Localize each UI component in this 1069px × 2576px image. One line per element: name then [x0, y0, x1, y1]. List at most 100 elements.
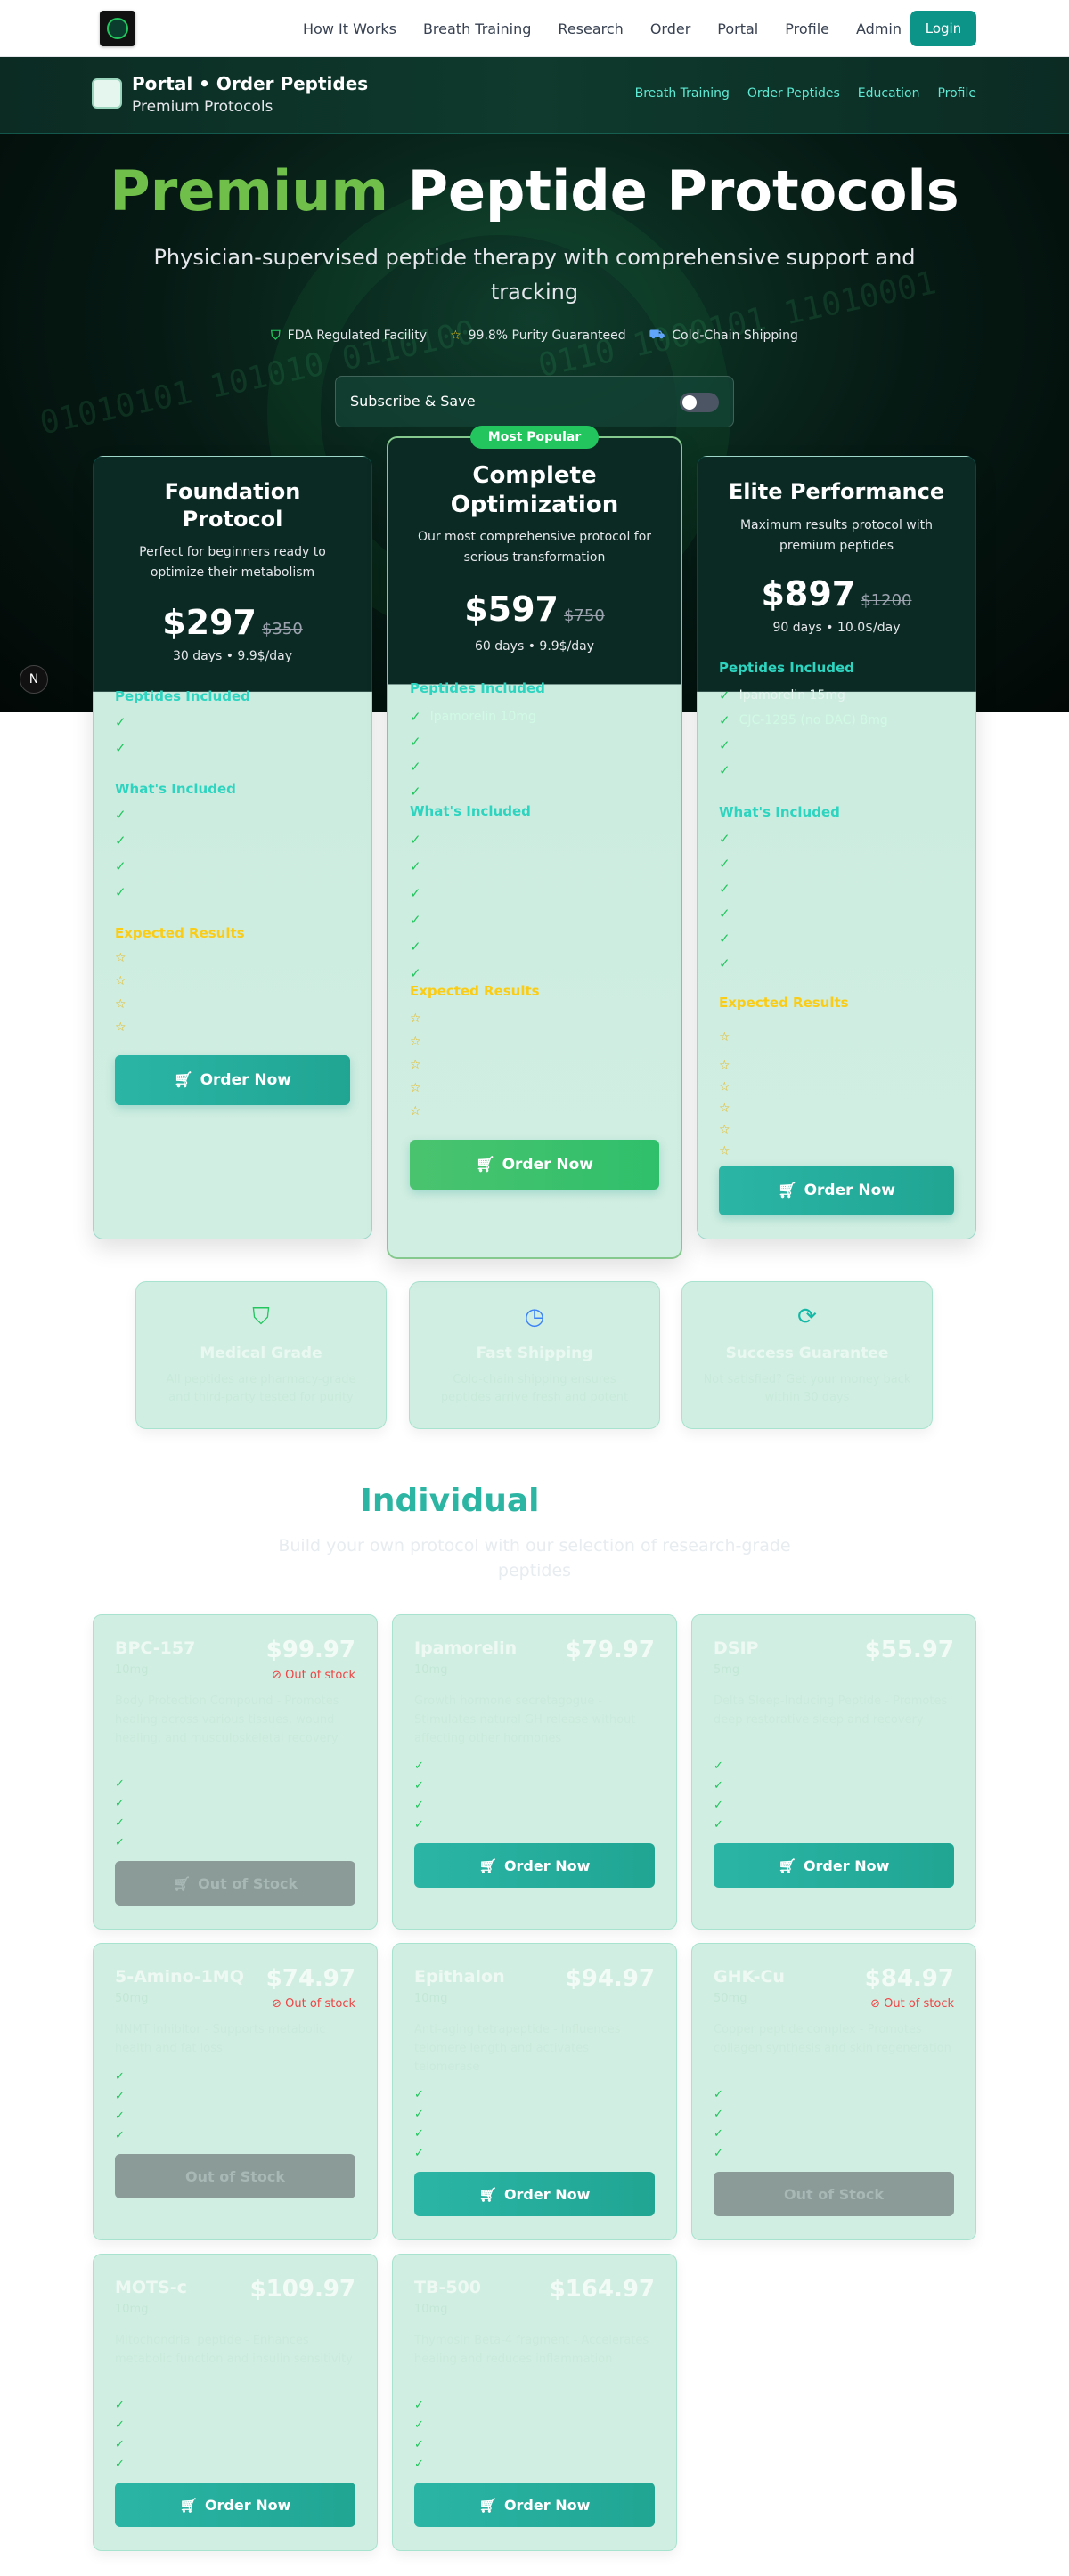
- result-item: ☆: [719, 1059, 739, 1073]
- star-icon: ☆: [115, 1020, 126, 1035]
- nav-link-research[interactable]: Research: [558, 20, 623, 37]
- product-dose: 10mg: [115, 2303, 149, 2316]
- check-icon: ✓: [410, 734, 421, 750]
- result-item: ☆: [115, 974, 135, 988]
- nav-link-how-it-works[interactable]: How It Works: [303, 20, 396, 37]
- result-item: ☆: [410, 1035, 430, 1049]
- product-price: $79.97: [565, 1637, 655, 1663]
- result-item: ☆: [719, 1144, 739, 1158]
- nav-link-profile[interactable]: Profile: [785, 20, 829, 37]
- login-button[interactable]: Login: [910, 11, 976, 46]
- order-now-button[interactable]: 🛒︎ Order Now: [719, 1166, 954, 1215]
- nextjs-indicator-icon[interactable]: N: [20, 665, 48, 694]
- price-current: $297: [162, 603, 257, 642]
- section-results: Expected Results: [719, 995, 849, 1011]
- stock-text: Out of stock: [285, 1669, 355, 1682]
- peptide-item: ✓: [410, 734, 430, 750]
- product-bullet: ✓: [115, 2458, 125, 2471]
- product-card-epithalon: Epithalon 10mg $94.97 Anti-aging tetrape…: [392, 1943, 677, 2240]
- check-icon: ✓: [414, 2147, 424, 2160]
- check-icon: ✓: [719, 762, 730, 778]
- check-icon: ✓: [414, 1799, 424, 1812]
- portal-link-breath-training[interactable]: Breath Training: [635, 86, 730, 101]
- out-of-stock-button[interactable]: Out of Stock: [714, 2172, 954, 2216]
- section-peptides: Peptides Included: [115, 688, 250, 704]
- peptide-item: ✓: [115, 714, 135, 730]
- subscribe-toggle[interactable]: [680, 393, 719, 412]
- included-item: ✓: [719, 881, 739, 897]
- feature-fast-shipping: ◷ Fast Shipping Cold-chain shipping ensu…: [409, 1281, 660, 1429]
- nav-link-admin[interactable]: Admin: [856, 20, 902, 37]
- cart-icon: 🛒︎: [172, 1874, 192, 1892]
- product-description: Anti-aging tetrapeptide - Influences tel…: [414, 2023, 621, 2074]
- feature-medical-grade: ⛉ Medical Grade All peptides are pharmac…: [135, 1281, 387, 1429]
- feature-title: Medical Grade: [200, 1345, 322, 1362]
- feature-title: Fast Shipping: [476, 1345, 593, 1362]
- product-name: MOTS-c: [115, 2278, 187, 2297]
- star-icon: ☆: [410, 1058, 421, 1072]
- feature-description: Cold-chain shipping ensures peptides arr…: [440, 1373, 629, 1404]
- portal-link-order-peptides[interactable]: Order Peptides: [747, 86, 840, 101]
- peptide-item: ✓: [719, 737, 739, 753]
- check-icon: ✓: [414, 1779, 424, 1792]
- nav-link-order[interactable]: Order: [650, 20, 690, 37]
- order-now-button[interactable]: 🛒︎ Order Now: [414, 1843, 655, 1888]
- check-icon: ✓: [115, 2458, 125, 2471]
- clock-icon: ◷: [524, 1304, 545, 1330]
- badge-label: 99.8% Purity Guaranteed: [468, 329, 626, 343]
- order-now-button[interactable]: 🛒︎ Order Now: [714, 1843, 954, 1888]
- product-name: 5-Amino-1MQ: [115, 1967, 244, 1987]
- portal-subtitle: Premium Protocols: [132, 98, 273, 116]
- portal-links: Breath Training Order Peptides Education…: [635, 86, 976, 101]
- check-icon: ✓: [414, 2418, 424, 2432]
- badge-label: Cold-Chain Shipping: [672, 329, 798, 343]
- check-icon: ✓: [414, 2108, 424, 2121]
- check-icon: ✓: [714, 2108, 723, 2121]
- product-bullet: ✓: [714, 1779, 723, 1792]
- order-now-button[interactable]: 🛒︎ Order Now: [414, 2172, 655, 2216]
- button-label: Order Now: [204, 2496, 291, 2514]
- check-icon: ✓: [414, 2088, 424, 2101]
- result-item: ☆: [410, 1081, 430, 1095]
- nav-link-portal[interactable]: Portal: [717, 20, 758, 37]
- portal-logo[interactable]: [92, 78, 122, 109]
- product-bullet: ✓: [714, 1759, 723, 1773]
- individual-subtitle: Build your own protocol with our selecti…: [278, 1536, 791, 1581]
- peptide-label: Ipamorelin 15mg: [739, 688, 845, 703]
- check-icon: ✓: [414, 2438, 424, 2451]
- check-icon: ✓: [714, 1779, 723, 1792]
- plan-title: Elite Performance: [728, 479, 945, 504]
- portal-link-profile[interactable]: Profile: [937, 86, 976, 101]
- stock-text: Out of stock: [884, 1997, 954, 2011]
- product-bullet: ✓: [115, 2399, 125, 2412]
- order-now-button[interactable]: 🛒︎ Order Now: [414, 2483, 655, 2527]
- star-icon: ☆: [719, 1030, 730, 1044]
- product-bullet: ✓: [714, 2088, 723, 2101]
- cart-icon: 🛒︎: [478, 2185, 497, 2203]
- check-icon: ✓: [410, 759, 421, 775]
- check-icon: ✓: [719, 831, 730, 847]
- check-icon: ✓: [115, 858, 126, 874]
- nav-link-breath-training[interactable]: Breath Training: [423, 20, 531, 37]
- portal-link-education[interactable]: Education: [858, 86, 920, 101]
- out-of-stock-label: ⊘ Out of stock: [272, 1669, 355, 1682]
- check-icon: ✓: [410, 784, 421, 800]
- section-included: What's Included: [115, 781, 236, 797]
- product-card-ipamorelin: Ipamorelin 10mg $79.97 Growth hormone se…: [392, 1614, 677, 1930]
- feature-description: All peptides are pharmacy-grade and thir…: [166, 1373, 356, 1404]
- order-now-button[interactable]: 🛒︎ Order Now: [410, 1140, 659, 1190]
- star-icon: ☆: [719, 1101, 730, 1116]
- star-icon: ☆: [115, 974, 126, 988]
- out-of-stock-button[interactable]: 🛒︎ Out of Stock: [115, 1861, 355, 1906]
- product-name: GHK-Cu: [714, 1967, 785, 1987]
- product-description: Growth hormone secretagogue - Stimulates…: [414, 1694, 636, 1745]
- out-of-stock-button[interactable]: Out of Stock: [115, 2154, 355, 2198]
- order-now-button[interactable]: 🛒︎ Order Now: [115, 1055, 350, 1105]
- badge-shipping: ⛟ Cold-Chain Shipping: [649, 328, 798, 344]
- result-item: ☆: [719, 1123, 739, 1137]
- order-now-button[interactable]: 🛒︎ Order Now: [115, 2483, 355, 2527]
- product-bullet: ✓: [115, 2438, 125, 2451]
- check-icon: ✓: [115, 2090, 125, 2103]
- hero-title: Premium Peptide Protocols: [0, 158, 1069, 223]
- site-logo[interactable]: [100, 11, 135, 46]
